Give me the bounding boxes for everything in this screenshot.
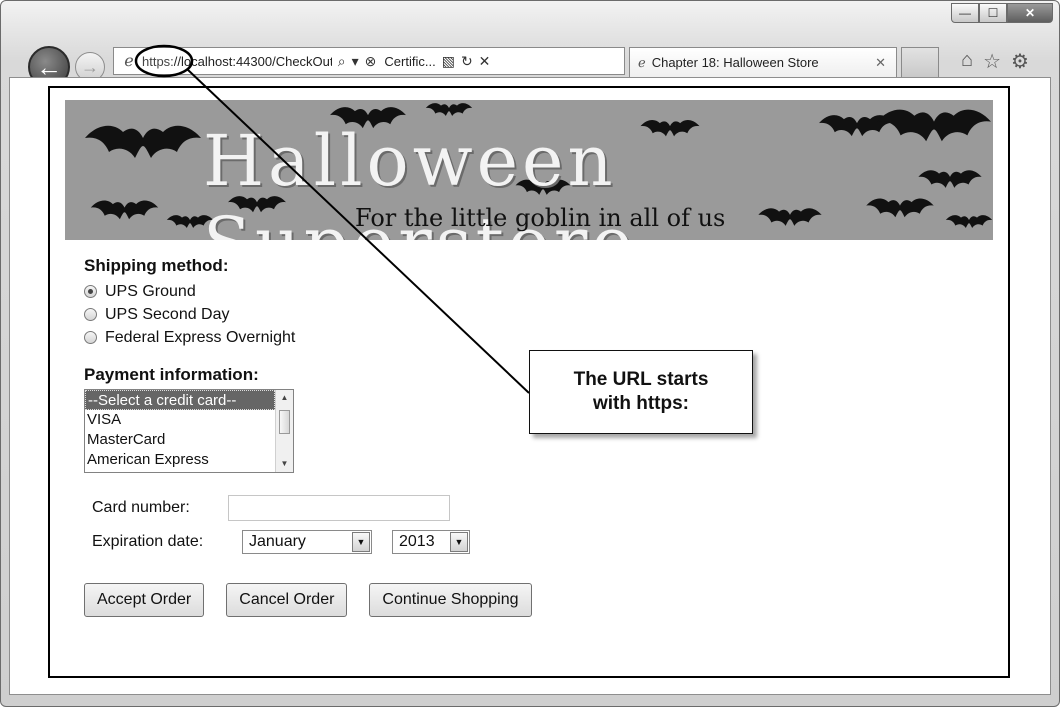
shipping-option-label: UPS Ground (105, 282, 196, 300)
shipping-option-label: UPS Second Day (105, 305, 230, 323)
accept-order-button[interactable]: Accept Order (84, 583, 205, 617)
url-text[interactable]: //localhost:44300/CheckOut2. (174, 54, 332, 69)
favorites-icon[interactable]: ☆ (983, 49, 1001, 74)
radio-fedex-overnight[interactable] (84, 331, 97, 344)
shipping-heading: Shipping method: (84, 256, 229, 275)
tab-title: Chapter 18: Halloween Store (651, 55, 819, 70)
tab-close-icon[interactable]: ✕ (875, 55, 886, 71)
card-number-label: Card number: (92, 499, 190, 516)
cancel-order-button[interactable]: Cancel Order (226, 583, 348, 617)
window-controls: — ☐ ✕ (951, 3, 1053, 23)
card-number-row: Card number: (84, 493, 532, 523)
radio-ups-ground[interactable] (84, 285, 97, 298)
bat-icon (90, 200, 159, 220)
card-option[interactable]: VISA (85, 410, 293, 430)
banner-tagline: For the little goblin in all of us (355, 204, 726, 232)
card-number-input[interactable] (228, 495, 450, 521)
compatibility-icon[interactable]: ▧ (442, 53, 455, 70)
ie-logo-icon: ℯ (124, 53, 134, 70)
expiration-label: Expiration date: (92, 533, 204, 550)
tab-halloween-store[interactable]: ℯ Chapter 18: Halloween Store ✕ (629, 47, 897, 77)
expiration-month-select[interactable]: January ▼ (242, 530, 372, 554)
browser-window: — ☐ ✕ ← → ℯ https: //localhost:44300/Che… (0, 0, 1060, 707)
shipping-option-label: Federal Express Overnight (105, 328, 296, 346)
credit-card-listbox[interactable]: --Select a credit card-- VISA MasterCard… (84, 389, 294, 473)
expiration-year-value: 2013 (399, 533, 435, 550)
maximize-button[interactable]: ☐ (979, 3, 1007, 23)
minimize-button[interactable]: — (951, 3, 979, 23)
search-icon[interactable]: ⌕ (338, 53, 346, 70)
chevron-down-icon[interactable]: ▼ (352, 532, 370, 552)
shipping-option-ups-ground[interactable]: UPS Ground (84, 280, 532, 303)
bat-icon (85, 125, 201, 158)
expiration-year-select[interactable]: 2013 ▼ (392, 530, 470, 554)
expiration-month-value: January (249, 533, 306, 550)
address-bar[interactable]: ℯ https: //localhost:44300/CheckOut2. ⌕ … (113, 47, 625, 75)
callout-box: The URL starts with https: (529, 350, 753, 434)
refresh-icon[interactable]: ↻ (461, 53, 473, 70)
card-option[interactable]: --Select a credit card-- (85, 390, 275, 410)
checkout-form: Shipping method: UPS Ground UPS Second D… (84, 256, 532, 617)
gear-icon[interactable]: ⚙ (1011, 49, 1029, 74)
listbox-scrollbar[interactable]: ▲ ▼ (275, 390, 293, 472)
url-scheme: https: (142, 53, 174, 69)
expiration-row: Expiration date: January ▼ 2013 ▼ (84, 527, 532, 557)
new-tab-button[interactable] (901, 47, 939, 77)
store-banner: Halloween Superstore For the little gobl… (65, 100, 993, 240)
close-button[interactable]: ✕ (1007, 3, 1053, 23)
home-icon[interactable]: ⌂ (961, 49, 973, 74)
shipping-option-fedex-overnight[interactable]: Federal Express Overnight (84, 326, 532, 349)
card-option[interactable]: MasterCard (85, 430, 293, 450)
payment-heading: Payment information: (84, 365, 259, 384)
toolbar-icons: ⌂ ☆ ⚙ (961, 49, 1029, 74)
action-buttons: Accept Order Cancel Order Continue Shopp… (84, 583, 532, 617)
stop-icon[interactable]: ✕ (479, 53, 491, 70)
scroll-up-icon[interactable]: ▲ (276, 390, 293, 406)
chevron-down-icon[interactable]: ▼ (450, 532, 468, 552)
chevron-down-icon[interactable]: ▾ (352, 53, 359, 70)
ie-logo-icon: ℯ (638, 54, 646, 70)
certificate-label[interactable]: Certific... (384, 54, 435, 69)
certificate-error-icon[interactable]: ⊗ (365, 53, 377, 70)
continue-shopping-button[interactable]: Continue Shopping (369, 583, 532, 617)
scroll-down-icon[interactable]: ▼ (276, 456, 293, 472)
radio-ups-second-day[interactable] (84, 308, 97, 321)
arrow-right-icon: → (81, 56, 99, 77)
shipping-option-ups-second-day[interactable]: UPS Second Day (84, 303, 532, 326)
bat-icon (425, 103, 473, 116)
scroll-thumb[interactable] (279, 410, 290, 434)
card-option[interactable]: American Express (85, 450, 293, 470)
